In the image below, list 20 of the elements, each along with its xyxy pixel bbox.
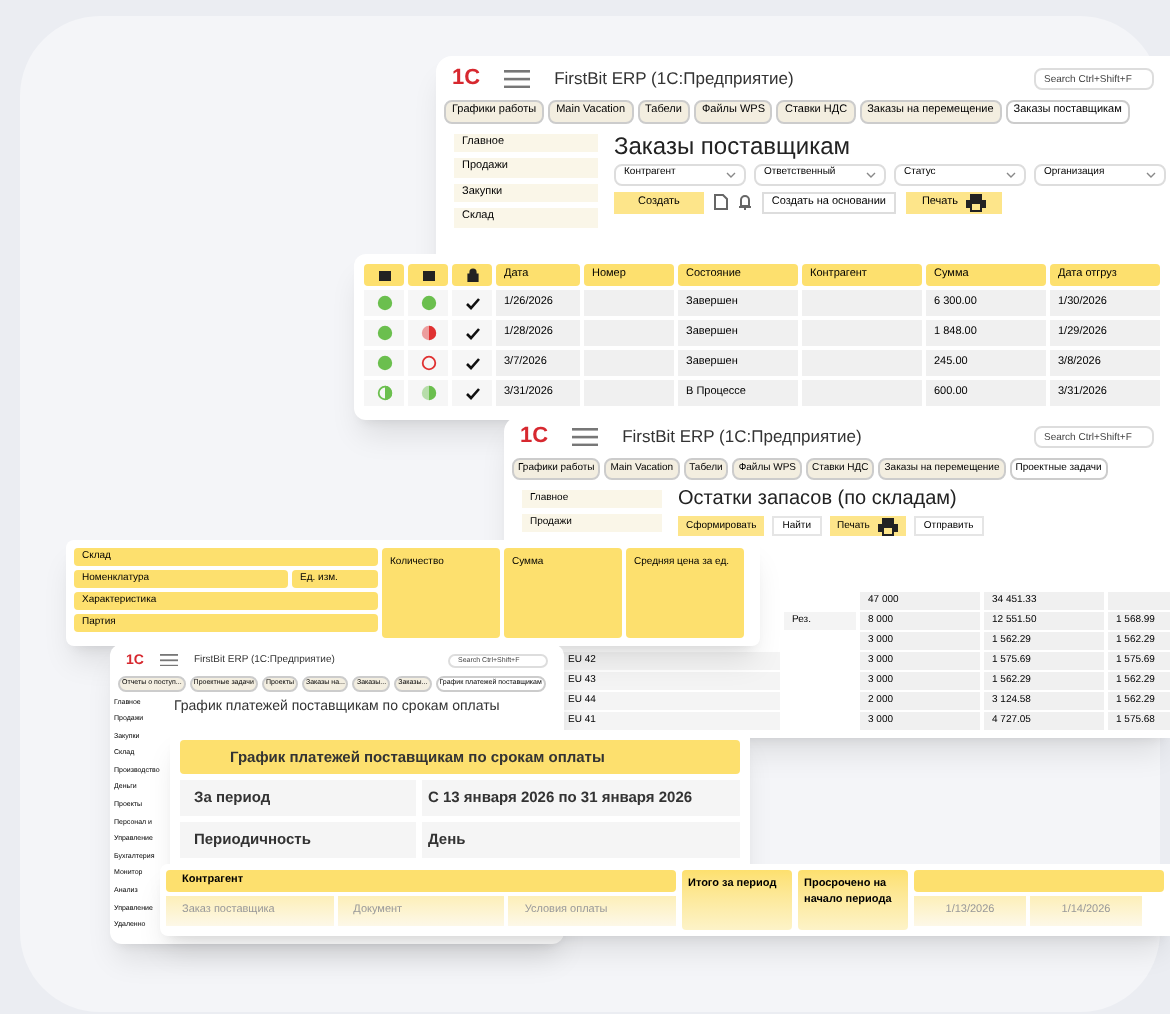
logo: 1С: [452, 68, 481, 90]
window-title: FirstBit ERP (1С:Предприятие): [622, 428, 862, 446]
printer-icon: [966, 193, 986, 212]
chevron-down-icon: [866, 171, 876, 177]
chevron-down-icon: [726, 171, 736, 177]
page-heading: Остатки запасов (по складам): [678, 490, 959, 510]
chevron-down-icon: [1006, 171, 1016, 177]
menu-icon[interactable]: [572, 427, 599, 447]
logo: 1С: [520, 426, 549, 448]
box-icon: [421, 268, 435, 282]
bell-icon[interactable]: [737, 194, 752, 211]
box-icon: [377, 268, 391, 282]
chevron-down-icon: [1146, 171, 1156, 177]
lock-icon: [465, 268, 479, 282]
menu-icon[interactable]: [159, 653, 178, 667]
document-icon[interactable]: [713, 194, 728, 211]
window-title: FirstBit ERP (1С:Предприятие): [554, 70, 794, 88]
menu-icon[interactable]: [504, 69, 531, 89]
printer-icon: [877, 517, 898, 535]
page-heading: Заказы поставщикам: [614, 133, 853, 157]
